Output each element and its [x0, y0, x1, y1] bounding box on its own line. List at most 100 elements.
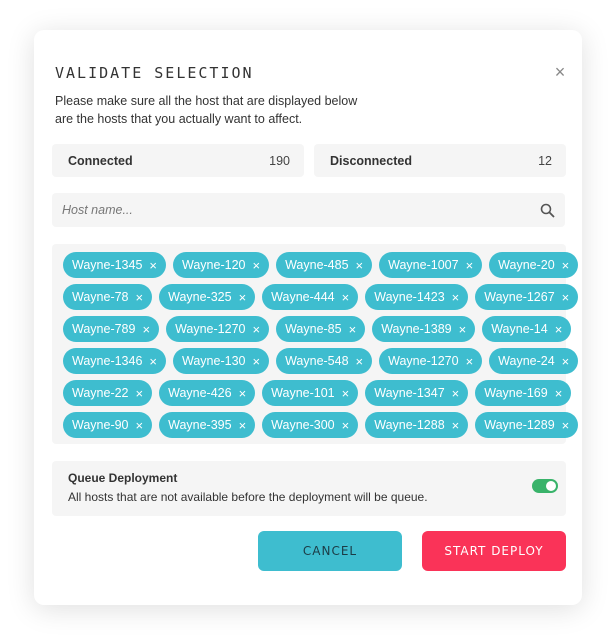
remove-host-icon[interactable]: × [239, 418, 247, 433]
host-chip[interactable]: Wayne-1345 × [63, 252, 167, 278]
remove-host-icon[interactable]: × [459, 322, 467, 337]
connected-stat: Connected 190 [52, 144, 304, 177]
host-chip[interactable]: Wayne-426 × [159, 380, 256, 406]
host-chip[interactable]: Wayne-14 × [482, 316, 572, 342]
host-chip[interactable]: Wayne-22 × [63, 380, 153, 406]
validate-selection-dialog: VALIDATE SELECTION × Please make sure al… [34, 30, 582, 605]
queue-title: Queue Deployment [68, 471, 178, 485]
remove-host-icon[interactable]: × [452, 418, 460, 433]
host-chip[interactable]: Wayne-1423 × [365, 284, 469, 310]
chip-row: Wayne-22 × Wayne-426 × Wayne-101 × Wayne-1347 ×… [63, 380, 572, 406]
remove-host-icon[interactable]: × [342, 418, 350, 433]
host-chip[interactable]: Wayne-1289 × [475, 412, 579, 438]
start-deploy-button[interactable]: START DEPLOY [422, 531, 566, 571]
host-chip-label: Wayne-485 [285, 258, 349, 272]
disconnected-label: Disconnected [330, 153, 412, 168]
host-chip[interactable]: Wayne-1346 × [63, 348, 167, 374]
remove-host-icon[interactable]: × [349, 322, 357, 337]
host-chip[interactable]: Wayne-1267 × [475, 284, 579, 310]
host-chip[interactable]: Wayne-169 × [475, 380, 572, 406]
search-icon[interactable] [540, 203, 555, 218]
host-chip-label: Wayne-1389 [381, 322, 452, 336]
cancel-button[interactable]: CANCEL [258, 531, 402, 571]
remove-host-icon[interactable]: × [149, 354, 157, 369]
remove-host-icon[interactable]: × [239, 290, 247, 305]
host-chip-label: Wayne-169 [484, 386, 548, 400]
connected-value: 190 [269, 153, 290, 168]
host-chip[interactable]: Wayne-325 × [159, 284, 256, 310]
host-chip[interactable]: Wayne-300 × [262, 412, 359, 438]
disconnected-stat: Disconnected 12 [314, 144, 566, 177]
remove-host-icon[interactable]: × [136, 290, 144, 305]
remove-host-icon[interactable]: × [555, 386, 563, 401]
remove-host-icon[interactable]: × [562, 258, 570, 273]
host-chip[interactable]: Wayne-444 × [262, 284, 359, 310]
host-search [52, 193, 565, 227]
remove-host-icon[interactable]: × [466, 258, 474, 273]
remove-host-icon[interactable]: × [252, 354, 260, 369]
host-chip[interactable]: Wayne-24 × [489, 348, 579, 374]
remove-host-icon[interactable]: × [142, 322, 150, 337]
host-chip[interactable]: Wayne-1389 × [372, 316, 476, 342]
remove-host-icon[interactable]: × [149, 258, 157, 273]
host-chip-label: Wayne-1270 [175, 322, 246, 336]
host-chip-list: Wayne-1345 × Wayne-120 × Wayne-485 × Wayne-100… [52, 244, 579, 444]
remove-host-icon[interactable]: × [562, 418, 570, 433]
host-chip-label: Wayne-325 [168, 290, 232, 304]
close-icon[interactable]: × [552, 63, 568, 81]
dialog-description: Please make sure all the host that are d… [55, 92, 375, 128]
host-chip[interactable]: Wayne-120 × [173, 252, 270, 278]
host-chip[interactable]: Wayne-101 × [262, 380, 359, 406]
remove-host-icon[interactable]: × [356, 258, 364, 273]
host-chip[interactable]: Wayne-1270 × [166, 316, 270, 342]
host-chip-label: Wayne-14 [491, 322, 548, 336]
host-chip-label: Wayne-20 [498, 258, 555, 272]
host-chip[interactable]: Wayne-1007 × [379, 252, 483, 278]
host-chip-label: Wayne-1289 [484, 418, 555, 432]
remove-host-icon[interactable]: × [452, 290, 460, 305]
remove-host-icon[interactable]: × [356, 354, 364, 369]
host-chip[interactable]: Wayne-548 × [276, 348, 373, 374]
host-chip[interactable]: Wayne-90 × [63, 412, 153, 438]
remove-host-icon[interactable]: × [466, 354, 474, 369]
host-chip-label: Wayne-101 [271, 386, 335, 400]
remove-host-icon[interactable]: × [562, 290, 570, 305]
host-chip-label: Wayne-426 [168, 386, 232, 400]
host-chip-label: Wayne-1270 [388, 354, 459, 368]
queue-deployment-toggle[interactable] [532, 479, 558, 493]
host-chip-label: Wayne-130 [182, 354, 246, 368]
host-chip-label: Wayne-548 [285, 354, 349, 368]
host-chip-label: Wayne-120 [182, 258, 246, 272]
remove-host-icon[interactable]: × [555, 322, 563, 337]
host-chip[interactable]: Wayne-1347 × [365, 380, 469, 406]
host-chip[interactable]: Wayne-1270 × [379, 348, 483, 374]
host-chip[interactable]: Wayne-130 × [173, 348, 270, 374]
host-chip-label: Wayne-1346 [72, 354, 143, 368]
remove-host-icon[interactable]: × [342, 386, 350, 401]
remove-host-icon[interactable]: × [562, 354, 570, 369]
host-chip-label: Wayne-1423 [374, 290, 445, 304]
host-chip[interactable]: Wayne-78 × [63, 284, 153, 310]
description-line-2: are the hosts that you actually want to … [55, 112, 303, 126]
remove-host-icon[interactable]: × [452, 386, 460, 401]
host-chip[interactable]: Wayne-789 × [63, 316, 160, 342]
host-chip[interactable]: Wayne-85 × [276, 316, 366, 342]
host-chip[interactable]: Wayne-485 × [276, 252, 373, 278]
remove-host-icon[interactable]: × [252, 258, 260, 273]
host-chip-label: Wayne-90 [72, 418, 129, 432]
description-line-1: Please make sure all the host that are d… [55, 94, 358, 108]
disconnected-value: 12 [538, 153, 552, 168]
chip-row: Wayne-90 × Wayne-395 × Wayne-300 × Wayne-1288 ×… [63, 412, 579, 438]
host-chip[interactable]: Wayne-395 × [159, 412, 256, 438]
chip-row: Wayne-789 × Wayne-1270 × Wayne-85 × Wayne-1389… [63, 316, 572, 342]
remove-host-icon[interactable]: × [342, 290, 350, 305]
host-search-input[interactable] [60, 202, 540, 218]
host-chip[interactable]: Wayne-1288 × [365, 412, 469, 438]
remove-host-icon[interactable]: × [252, 322, 260, 337]
toggle-knob [546, 481, 556, 491]
host-chip[interactable]: Wayne-20 × [489, 252, 579, 278]
remove-host-icon[interactable]: × [136, 418, 144, 433]
host-chip-label: Wayne-395 [168, 418, 232, 432]
remove-host-icon[interactable]: × [239, 386, 247, 401]
remove-host-icon[interactable]: × [136, 386, 144, 401]
